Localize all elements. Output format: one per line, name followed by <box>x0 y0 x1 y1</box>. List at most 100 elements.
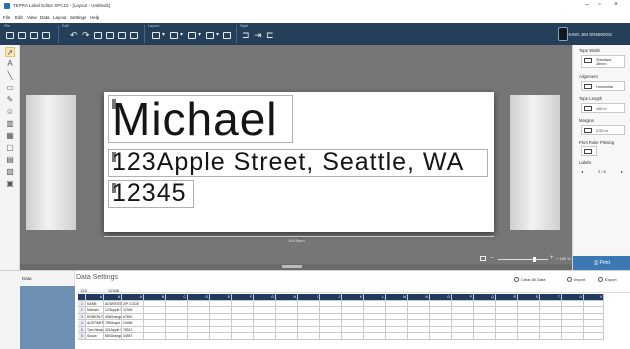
table-cell[interactable]: 654Orange Street, Boise, ID <box>104 333 122 340</box>
redo-icon[interactable]: ↷ <box>82 31 90 40</box>
image-tool-icon[interactable]: ▭ <box>5 83 15 93</box>
table-cell[interactable] <box>144 333 166 340</box>
table-cell[interactable] <box>496 333 518 340</box>
table-cell[interactable]: 34567 <box>122 333 144 340</box>
table-cell[interactable] <box>364 333 386 340</box>
print-button[interactable]: ⎙ Print <box>573 256 630 270</box>
zoom-out-icon[interactable]: – <box>490 255 493 261</box>
chevron-left-icon[interactable]: ◂ <box>581 169 583 174</box>
table-cell[interactable] <box>254 333 276 340</box>
align-icon[interactable] <box>170 32 178 39</box>
shape-style-icon[interactable]: ⊏ <box>266 31 274 40</box>
label-text-zip[interactable]: 12345 <box>112 178 187 208</box>
line-tool-icon[interactable]: ╲ <box>5 71 15 81</box>
table-cell[interactable] <box>474 333 496 340</box>
export-button[interactable]: Export <box>598 277 617 282</box>
frame-style-icon[interactable]: ⊐ <box>242 31 250 40</box>
text-tool-icon[interactable]: A <box>5 59 15 69</box>
arrange-icon[interactable] <box>206 32 214 39</box>
delete-icon[interactable] <box>130 32 138 39</box>
row-number[interactable]: 6 <box>78 333 86 340</box>
label-text-address[interactable]: 123Apple Street, Seattle, WA <box>112 147 464 177</box>
previous-label-preview[interactable] <box>26 95 76 230</box>
next-label-preview[interactable] <box>510 95 560 230</box>
alignment-selector[interactable]: Horizontal <box>581 81 625 91</box>
table-cell[interactable] <box>210 333 232 340</box>
table-cell[interactable] <box>452 333 474 340</box>
clear-all-data-button[interactable]: Clear All Data <box>514 277 545 282</box>
chevron-down-icon[interactable]: ▾ <box>198 31 201 40</box>
menu-help[interactable]: Help <box>90 15 99 20</box>
frame-tool-icon[interactable]: ▢ <box>5 143 15 153</box>
printer-icon[interactable] <box>558 27 568 41</box>
barcode-tool-icon[interactable]: ▥ <box>5 119 15 129</box>
zoom-control[interactable]: – + + 100 % <box>490 255 571 262</box>
menu-settings[interactable]: Settings <box>70 15 86 20</box>
menu-data[interactable]: Data <box>40 15 50 20</box>
table-cell[interactable] <box>518 333 540 340</box>
chevron-down-icon[interactable]: ▾ <box>216 31 219 40</box>
formula-value[interactable]: 12345 <box>108 288 119 293</box>
select-tool-icon[interactable]: ➚ <box>5 47 15 57</box>
effect-icon[interactable]: ⇥ <box>254 31 262 40</box>
menu-layout[interactable]: Layout <box>53 15 67 20</box>
chevron-right-icon[interactable]: ▸ <box>621 169 623 174</box>
horizontal-scrollbar-thumb[interactable] <box>282 265 302 268</box>
fit-to-window-icon[interactable] <box>480 256 486 261</box>
table-cell[interactable] <box>276 333 298 340</box>
table-cell[interactable] <box>540 333 562 340</box>
tape-width-selector[interactable]: Standard 36mm <box>581 55 625 68</box>
minimize-button[interactable]: – <box>585 1 589 8</box>
formula-bar[interactable]: 123 12345 <box>78 287 630 293</box>
layout-canvas[interactable]: Michael 123Apple Street, Seattle, WA 123… <box>20 45 572 270</box>
rotate-icon[interactable] <box>188 32 196 39</box>
table-cell[interactable] <box>408 333 430 340</box>
tape-length-selector[interactable]: 100 m <box>581 103 625 113</box>
table-cell[interactable] <box>188 333 210 340</box>
table-cell[interactable] <box>166 333 188 340</box>
data-grid[interactable]: A A A B C D E F G H I J K L M N O P Q R S T U V 1 NAME ADDRESS ZIP … <box>78 294 630 340</box>
table-tool-icon[interactable]: ▤ <box>5 155 15 165</box>
table-cell[interactable]: Susan <box>86 333 104 340</box>
chevron-down-icon[interactable]: ▾ <box>180 31 183 40</box>
menu-edit[interactable]: Edit <box>15 15 23 20</box>
new-icon[interactable] <box>6 32 14 39</box>
clipart-tool-icon[interactable]: ✎ <box>5 95 15 105</box>
table-cell[interactable] <box>342 333 364 340</box>
paste-icon[interactable] <box>118 32 126 39</box>
printer-name[interactable]: KING JIM SR5900GS <box>568 32 612 37</box>
zoom-slider-knob[interactable] <box>533 257 536 262</box>
save-icon[interactable] <box>30 32 38 39</box>
print-preview-icon[interactable] <box>42 32 50 39</box>
symbol-tool-icon[interactable]: ☺ <box>5 107 15 117</box>
margins-selector[interactable]: 2.00 m <box>581 125 625 135</box>
copy-icon[interactable] <box>106 32 114 39</box>
label-page[interactable]: Michael 123Apple Street, Seattle, WA 123… <box>104 92 494 232</box>
chevron-down-icon[interactable]: ▾ <box>162 31 165 40</box>
data-list-pane[interactable] <box>20 286 75 349</box>
object-icon[interactable] <box>152 32 160 39</box>
table-cell[interactable] <box>232 333 254 340</box>
table-cell[interactable] <box>584 333 604 340</box>
print-ruler-selector[interactable] <box>581 146 597 156</box>
table-cell[interactable] <box>562 333 584 340</box>
undo-icon[interactable]: ↶ <box>70 31 78 40</box>
table-cell[interactable] <box>298 333 320 340</box>
label-text-name[interactable]: Michael <box>112 93 278 145</box>
maximize-button[interactable]: ▫ <box>598 1 600 8</box>
table-cell[interactable] <box>430 333 452 340</box>
import-tool-icon[interactable]: ▣ <box>5 179 15 189</box>
distribute-icon[interactable] <box>223 32 231 39</box>
open-icon[interactable] <box>18 32 26 39</box>
table-cell[interactable] <box>320 333 342 340</box>
import-button[interactable]: Import <box>567 277 585 282</box>
date-tool-icon[interactable]: ▧ <box>5 167 15 177</box>
zoom-in-icon[interactable]: + <box>550 255 554 261</box>
close-button[interactable]: × <box>614 1 618 8</box>
cut-icon[interactable] <box>94 32 102 39</box>
menu-file[interactable]: File <box>3 15 10 20</box>
qr-code-tool-icon[interactable]: ▦ <box>5 131 15 141</box>
menu-view[interactable]: View <box>27 15 37 20</box>
table-cell[interactable] <box>386 333 408 340</box>
zoom-slider-track[interactable] <box>498 259 548 260</box>
